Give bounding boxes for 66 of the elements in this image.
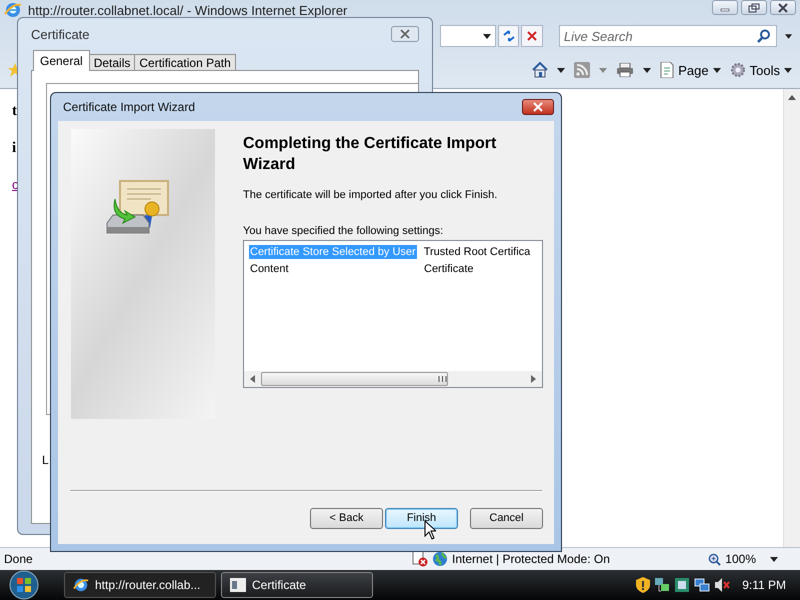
refresh-button[interactable] [498, 25, 520, 47]
dropdown-arrow-icon[interactable] [482, 34, 491, 38]
dialog-title: Certificate [31, 26, 90, 42]
scroll-up-arrow-icon[interactable] [788, 95, 796, 100]
page-heading: t [12, 103, 17, 120]
dropdown-arrow-icon[interactable] [784, 34, 792, 38]
mouse-pointer-icon [424, 520, 436, 540]
clock-text[interactable]: 9:11 PM [742, 578, 786, 592]
close-icon[interactable] [777, 2, 789, 12]
page-icon[interactable] [660, 62, 674, 78]
dropdown-arrow-icon[interactable] [557, 68, 566, 72]
security-zone-text[interactable]: Internet | Protected Mode: On [452, 552, 702, 566]
horizontal-scrollbar[interactable] [244, 371, 542, 387]
stop-icon[interactable] [526, 30, 538, 42]
dialog-button[interactable]: Finish [385, 508, 458, 528]
gear-icon[interactable] [730, 62, 746, 78]
settings-list[interactable]: Certificate Store Selected by User Trusted Root Certifica Content Certificate [243, 240, 543, 388]
browser-logo-icon[interactable] [73, 577, 89, 593]
refresh-icon[interactable] [502, 29, 516, 43]
scrollbar[interactable] [783, 89, 800, 547]
list-item-value: Trusted Root Certifica [422, 246, 530, 258]
dialog-title: Certificate Import Wizard [63, 100, 196, 114]
page-heading: i [12, 140, 16, 157]
label-text: L [42, 453, 49, 467]
tab[interactable]: General [33, 50, 90, 71]
list-item[interactable]: Content [249, 262, 421, 276]
printer-icon[interactable] [616, 63, 634, 77]
toolbar-menu-button[interactable]: Page [660, 62, 721, 78]
taskbar-button[interactable]: Certificate [221, 572, 373, 598]
dialog-button[interactable]: Cancel [470, 508, 543, 528]
dropdown-arrow-icon[interactable] [784, 68, 792, 72]
tab[interactable]: Certification Path [134, 54, 236, 71]
network-icon[interactable] [654, 577, 670, 593]
toolbar-menu-button[interactable]: Tools [730, 62, 792, 78]
monitor-icon[interactable] [674, 577, 690, 593]
scroll-right-arrow-icon[interactable] [531, 375, 536, 383]
close-icon[interactable] [399, 29, 411, 39]
zoom-icon[interactable] [708, 552, 722, 566]
list-label: You have specified the following settings: [243, 225, 444, 237]
stop-button[interactable] [521, 25, 543, 47]
zoom-control[interactable]: 100% [708, 552, 778, 566]
list-item-value: Certificate [423, 262, 474, 274]
browser-logo-icon [4, 1, 22, 19]
search-field[interactable]: Live Search [558, 25, 777, 47]
close-button[interactable] [770, 0, 796, 15]
search-icon[interactable] [756, 29, 771, 43]
grip-icon[interactable] [438, 376, 447, 382]
close-button[interactable] [522, 99, 554, 115]
restore-icon[interactable] [748, 2, 760, 12]
dropdown-arrow-icon[interactable] [643, 68, 652, 72]
address-field[interactable] [440, 25, 496, 47]
window-title: http://router.collabnet.local/ - Windows Internet Explorer [28, 2, 348, 18]
window-icon[interactable] [230, 578, 246, 592]
wizard-heading: Completing the Certificate Import Wizard [243, 134, 498, 175]
network-icon[interactable] [694, 577, 710, 593]
scroll-left-arrow-icon[interactable] [250, 375, 255, 383]
shield-icon[interactable] [636, 577, 650, 593]
message-text: The certificate will be imported after you click Finish. [243, 189, 498, 201]
muted-speaker-icon[interactable] [714, 577, 730, 593]
dialog-button[interactable]: < Back [310, 508, 383, 528]
dropdown-arrow-icon[interactable] [770, 556, 778, 562]
dropdown-arrow-icon[interactable] [712, 68, 721, 72]
status-text: Done [4, 552, 34, 566]
home-icon[interactable] [532, 62, 548, 78]
restore-button[interactable] [741, 0, 767, 15]
taskbar-button[interactable]: http://router.collab... [64, 572, 216, 598]
